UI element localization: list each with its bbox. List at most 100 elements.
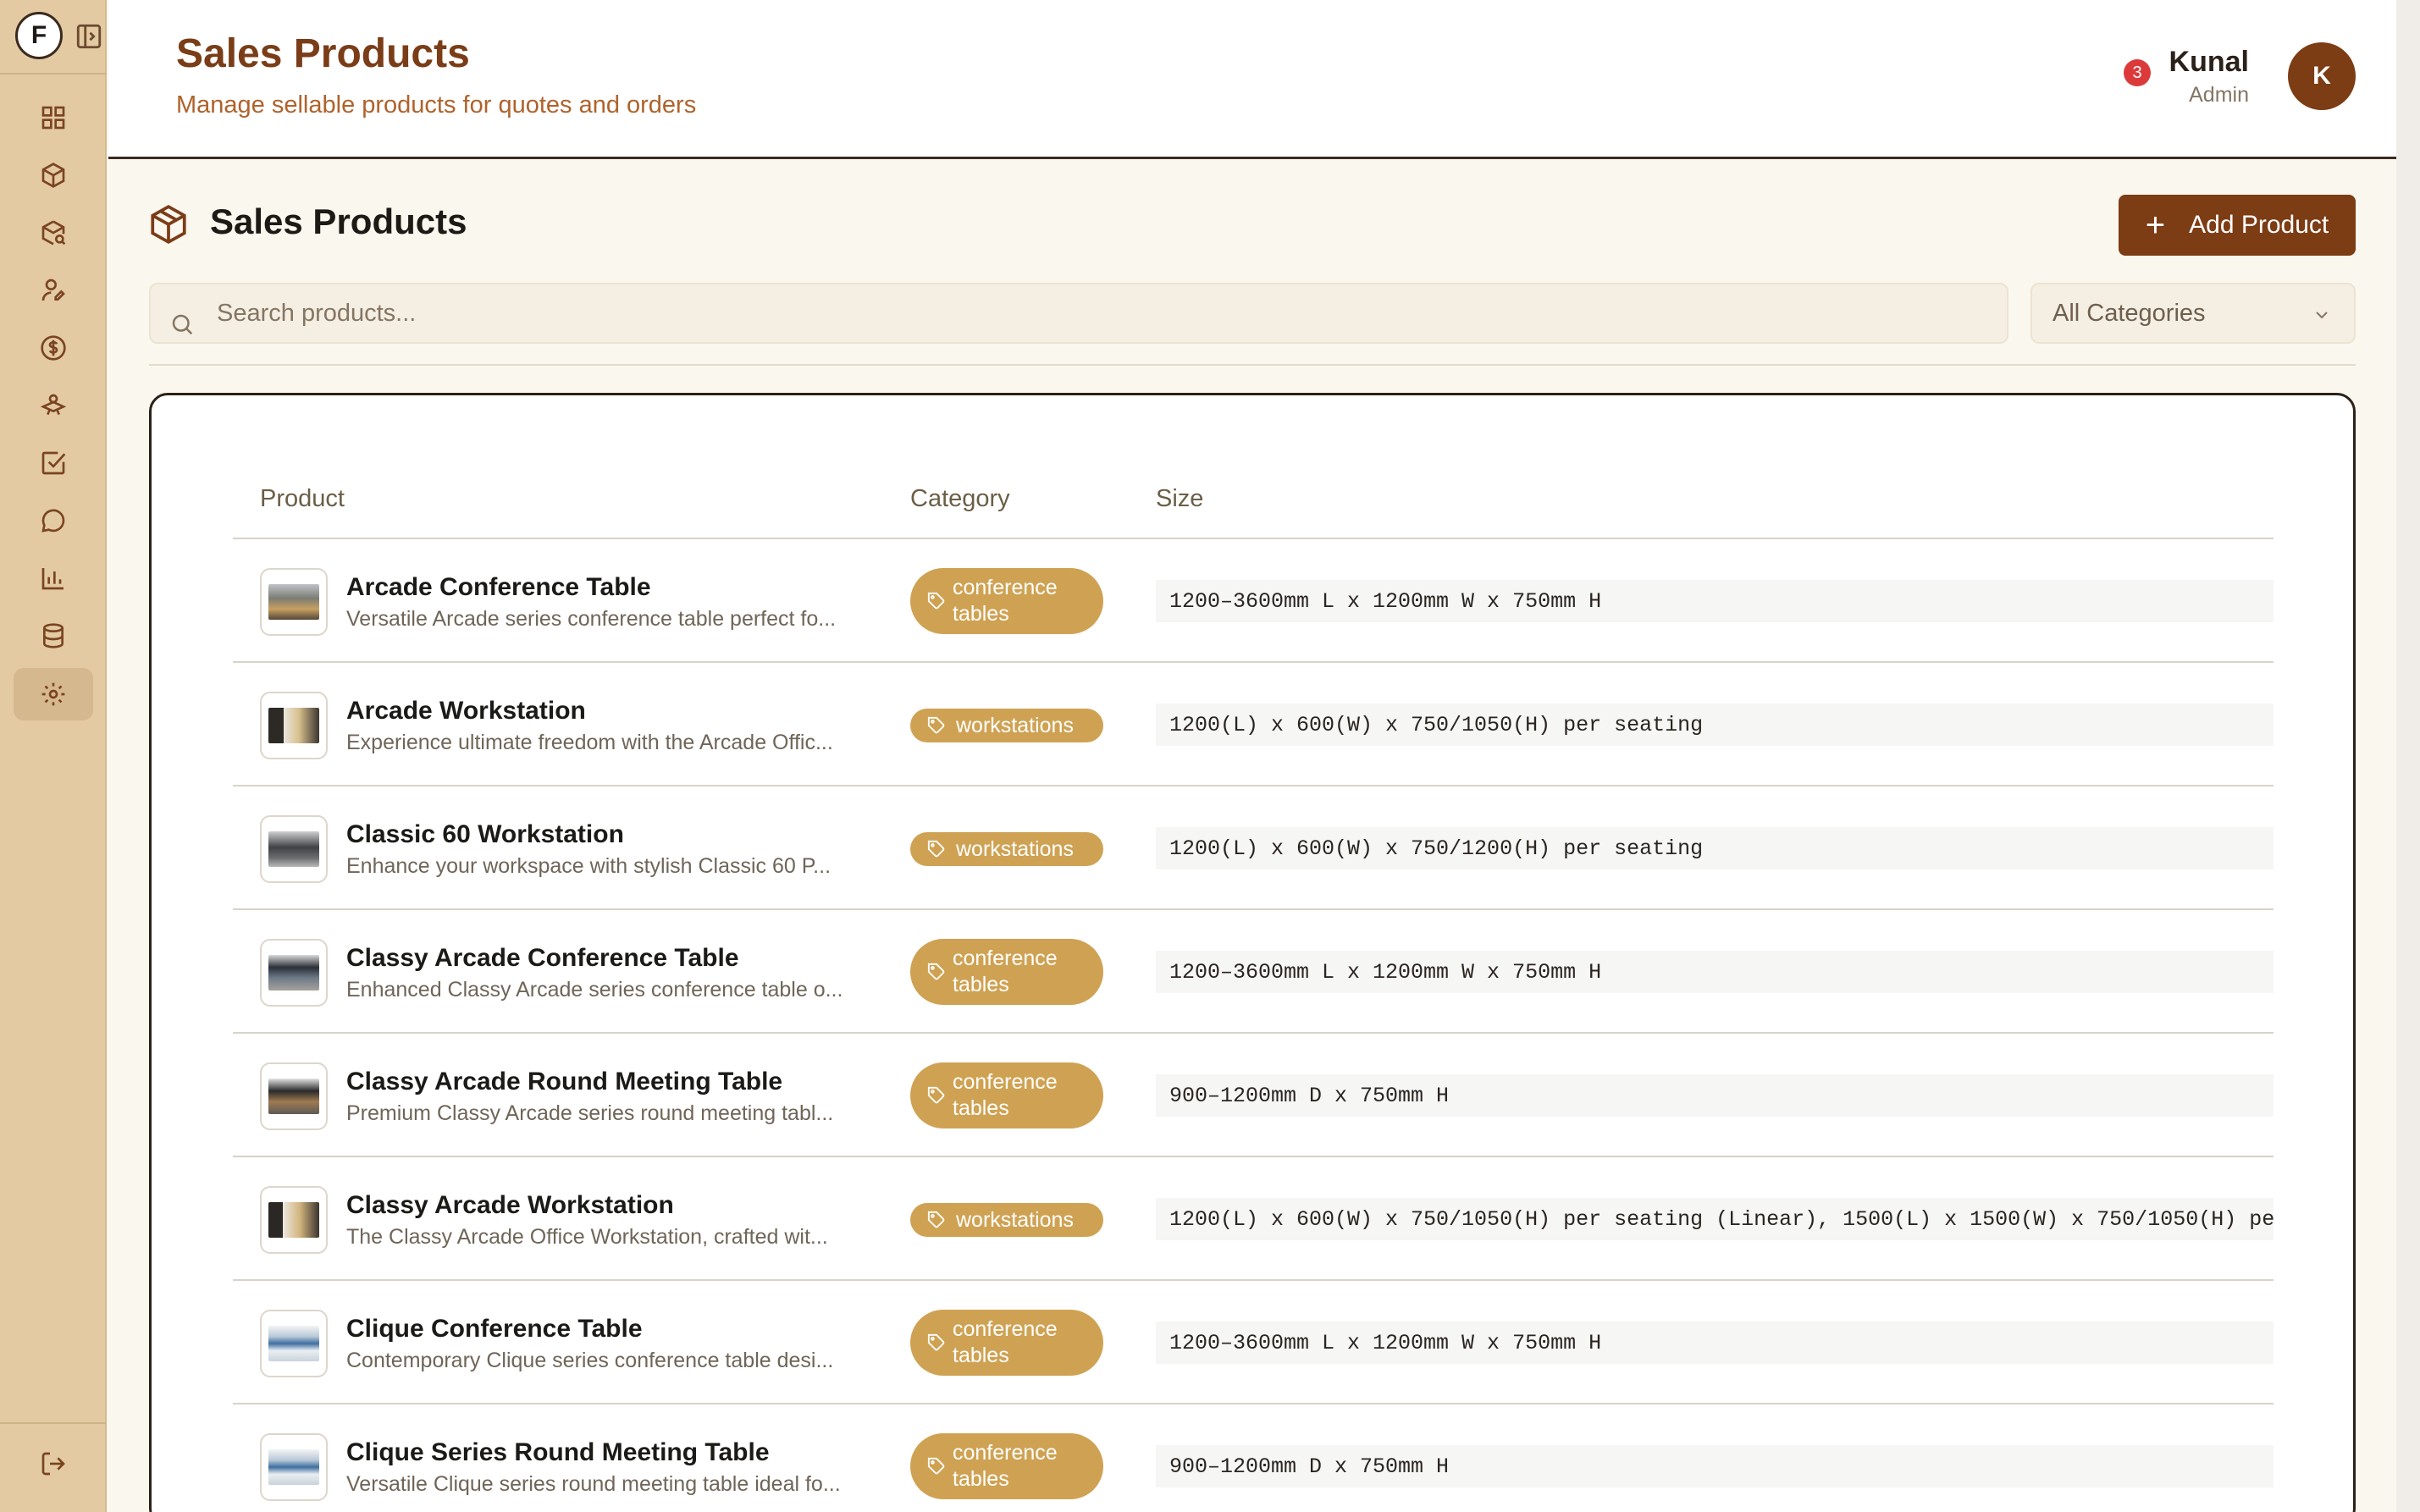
- nav-customers[interactable]: [14, 264, 93, 317]
- product-description: Versatile Clique series round meeting ta…: [346, 1472, 841, 1496]
- nav-product-search[interactable]: [14, 207, 93, 259]
- avatar[interactable]: K: [2288, 42, 2356, 110]
- product-image: [268, 1079, 319, 1114]
- nav-team[interactable]: [14, 379, 93, 432]
- nav-tasks[interactable]: [14, 437, 93, 489]
- product-name: Clique Conference Table: [346, 1315, 643, 1343]
- category-badge: conference tables: [910, 1310, 1103, 1376]
- nav-dashboard[interactable]: [14, 91, 93, 144]
- product-name: Arcade Workstation: [346, 697, 586, 725]
- column-header-category[interactable]: Category: [910, 485, 1010, 513]
- product-image: [268, 1449, 319, 1485]
- top-header: Sales Products Manage sellable products …: [108, 0, 2396, 159]
- notification-badge[interactable]: 3: [2124, 59, 2151, 86]
- product-name: Classy Arcade Workstation: [346, 1191, 674, 1219]
- category-badge: conference tables: [910, 939, 1103, 1005]
- tag-icon: [927, 716, 945, 734]
- sidebar-divider: [0, 1422, 107, 1424]
- logo-letter: F: [30, 21, 47, 49]
- tag-icon: [927, 840, 945, 858]
- category-label: conference tables: [953, 1317, 1058, 1367]
- column-header-product[interactable]: Product: [260, 485, 345, 513]
- product-thumbnail: [260, 939, 328, 1007]
- product-name: Arcade Conference Table: [346, 573, 651, 601]
- user-role: Admin: [2189, 83, 2249, 107]
- size-value: 1200–3600mm L x 1200mm W x 750mm H: [1156, 951, 2274, 993]
- tag-icon: [927, 1457, 945, 1475]
- sidebar-toggle-icon[interactable]: [75, 22, 103, 51]
- nav-messages[interactable]: [14, 494, 93, 547]
- search-box: [149, 283, 2008, 344]
- product-name: Classy Arcade Round Meeting Table: [346, 1068, 783, 1095]
- tag-icon: [927, 1211, 945, 1228]
- product-name: Classic 60 Workstation: [346, 820, 624, 848]
- nav-finance[interactable]: [14, 322, 93, 374]
- table-row[interactable]: Classy Arcade Conference Table Enhanced …: [233, 910, 2274, 1034]
- nav-settings[interactable]: [14, 668, 93, 720]
- product-description: The Classy Arcade Office Workstation, cr…: [346, 1225, 828, 1249]
- product-image: [268, 1202, 319, 1238]
- product-image: [268, 1326, 319, 1361]
- logout-icon: [41, 1452, 65, 1476]
- product-description: Enhanced Classy Arcade series conference…: [346, 978, 843, 1002]
- category-badge: conference tables: [910, 568, 1103, 634]
- category-label: conference tables: [953, 1070, 1058, 1120]
- size-value: 1200(L) x 600(W) x 750/1200(H) per seati…: [1156, 827, 2274, 869]
- logout-button[interactable]: [14, 1438, 93, 1490]
- column-header-size[interactable]: Size: [1156, 485, 1203, 513]
- table-row[interactable]: Classic 60 Workstation Enhance your work…: [233, 786, 2274, 910]
- size-value: 1200(L) x 600(W) x 750/1050(H) per seati…: [1156, 704, 2274, 746]
- product-thumbnail: [260, 692, 328, 759]
- table-row[interactable]: Clique Conference Table Contemporary Cli…: [233, 1281, 2274, 1404]
- product-image: [268, 955, 319, 991]
- app-logo[interactable]: F: [15, 12, 63, 59]
- filter-divider: [149, 364, 2356, 366]
- team-icon: [40, 394, 67, 416]
- tag-icon: [927, 1086, 945, 1104]
- product-description: Premium Classy Arcade series round meeti…: [346, 1101, 834, 1125]
- table-row[interactable]: Classy Arcade Workstation The Classy Arc…: [233, 1157, 2274, 1281]
- product-thumbnail: [260, 1062, 328, 1130]
- category-select[interactable]: All Categories: [2030, 283, 2356, 344]
- product-description: Enhance your workspace with stylish Clas…: [346, 854, 832, 878]
- category-label: workstations: [956, 836, 1074, 861]
- category-label: conference tables: [953, 1441, 1058, 1491]
- category-badge: conference tables: [910, 1062, 1103, 1128]
- search-icon: [172, 314, 193, 335]
- tag-icon: [927, 592, 945, 610]
- page-subtitle: Manage sellable products for quotes and …: [176, 91, 697, 119]
- category-badge: conference tables: [910, 1433, 1103, 1499]
- user-name[interactable]: Kunal: [2169, 46, 2249, 79]
- box-icon: [151, 205, 186, 244]
- table-row[interactable]: Clique Series Round Meeting Table Versat…: [233, 1404, 2274, 1512]
- product-description: Contemporary Clique series conference ta…: [346, 1349, 834, 1372]
- gear-icon: [41, 682, 65, 706]
- category-label: workstations: [956, 713, 1074, 737]
- product-description: Experience ultimate freedom with the Arc…: [346, 731, 833, 754]
- size-value: 900–1200mm D x 750mm H: [1156, 1074, 2274, 1117]
- user-edit-icon: [41, 279, 65, 301]
- sidebar: F: [0, 0, 107, 1512]
- product-image: [268, 831, 319, 867]
- chevron-down-icon: [2316, 312, 2328, 319]
- category-label: conference tables: [953, 946, 1058, 996]
- nav-reports[interactable]: [14, 552, 93, 604]
- table-row[interactable]: Arcade Workstation Experience ultimate f…: [233, 663, 2274, 786]
- chat-icon: [41, 509, 65, 533]
- table-row[interactable]: Classy Arcade Round Meeting Table Premiu…: [233, 1034, 2274, 1157]
- size-value: 900–1200mm D x 750mm H: [1156, 1445, 2274, 1487]
- page-title: Sales Products: [176, 31, 470, 76]
- table-row[interactable]: Arcade Conference Table Versatile Arcade…: [233, 539, 2274, 663]
- product-thumbnail: [260, 1310, 328, 1377]
- product-image: [268, 708, 319, 743]
- size-value: 1200–3600mm L x 1200mm W x 750mm H: [1156, 580, 2274, 622]
- plus-icon: +: [2145, 207, 2166, 244]
- search-input[interactable]: [217, 284, 1995, 342]
- sidebar-divider: [0, 73, 107, 74]
- nav-database[interactable]: [14, 610, 93, 662]
- tag-icon: [927, 963, 945, 980]
- add-product-button[interactable]: + Add Product: [2119, 195, 2356, 256]
- product-thumbnail: [260, 1186, 328, 1254]
- page-scrollbar[interactable]: [2396, 0, 2420, 1512]
- nav-products[interactable]: [14, 149, 93, 201]
